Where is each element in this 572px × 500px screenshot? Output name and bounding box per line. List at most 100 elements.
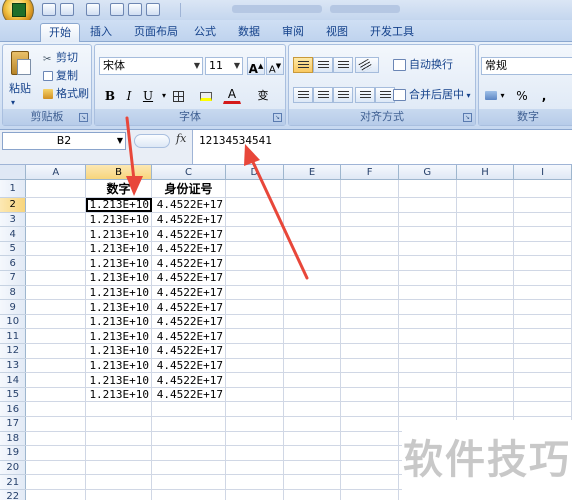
tab-view[interactable]: 视图	[320, 23, 354, 42]
cell-empty[interactable]	[225, 285, 284, 301]
cell-empty[interactable]	[283, 372, 342, 388]
column-header[interactable]: C	[151, 165, 227, 181]
cell-empty[interactable]	[398, 255, 457, 272]
column-header[interactable]: I	[513, 165, 572, 181]
cell-number[interactable]: 1.213E+10	[85, 343, 153, 359]
cell-empty[interactable]	[283, 431, 342, 447]
cell-number[interactable]: 1.213E+10	[85, 358, 153, 374]
cell-number[interactable]: 1.213E+10	[85, 270, 153, 286]
formula-input[interactable]: 12134534541	[192, 130, 572, 164]
cell-id[interactable]: 4.4522E+17	[151, 226, 227, 242]
cell-number[interactable]	[85, 489, 153, 500]
cell-empty[interactable]	[398, 270, 457, 286]
cell-empty[interactable]	[283, 299, 342, 315]
font-color-button[interactable]: A	[223, 87, 241, 104]
cell-empty[interactable]	[513, 314, 572, 330]
row-header[interactable]: 6	[0, 255, 27, 272]
cell-empty[interactable]	[398, 285, 457, 301]
column-header[interactable]: F	[340, 165, 399, 181]
alignment-launcher-icon[interactable]: ↘	[463, 113, 472, 122]
row-header[interactable]: 10	[0, 314, 27, 330]
format-painter-button[interactable]: 格式刷	[43, 86, 89, 102]
tab-data[interactable]: 数据	[232, 23, 266, 42]
cell-a[interactable]	[25, 241, 87, 257]
tab-developer[interactable]: 开发工具	[364, 23, 420, 42]
cell-empty[interactable]	[340, 372, 399, 388]
cell-empty[interactable]	[340, 285, 399, 301]
cell-id[interactable]	[151, 431, 227, 447]
cell-id[interactable]: 4.4522E+17	[151, 372, 227, 388]
tab-review[interactable]: 审阅	[276, 23, 310, 42]
cell-empty[interactable]	[398, 343, 457, 359]
cell-empty[interactable]	[398, 241, 457, 257]
cell-empty[interactable]	[340, 474, 399, 490]
cell-number[interactable]	[85, 401, 153, 417]
cell-empty[interactable]	[225, 416, 284, 432]
cell-empty[interactable]	[225, 445, 284, 461]
cell-id[interactable]: 4.4522E+17	[151, 314, 227, 330]
cell-a[interactable]	[25, 314, 87, 330]
cell-a[interactable]	[25, 212, 87, 228]
cell-empty[interactable]	[340, 179, 399, 199]
cell-empty[interactable]	[283, 460, 342, 476]
cell-empty[interactable]	[340, 197, 399, 213]
cell-a[interactable]	[25, 226, 87, 242]
cell-empty[interactable]	[456, 179, 515, 199]
column-header[interactable]: D	[225, 165, 284, 181]
cell-empty[interactable]	[283, 255, 342, 272]
cell-number[interactable]	[85, 474, 153, 490]
tab-formulas[interactable]: 公式	[188, 23, 222, 42]
cell-empty[interactable]	[398, 358, 457, 374]
comma-button[interactable]: ,	[535, 87, 553, 105]
row-header[interactable]: 2	[0, 197, 27, 213]
cell-number[interactable]: 1.213E+10	[85, 212, 153, 228]
select-all-corner[interactable]	[0, 165, 27, 181]
cell-id[interactable]: 4.4522E+17	[151, 197, 227, 213]
cell-empty[interactable]	[283, 197, 342, 213]
cell-a[interactable]	[25, 299, 87, 315]
row-header[interactable]: 13	[0, 358, 27, 374]
cell-id[interactable]: 4.4522E+17	[151, 241, 227, 257]
row-header[interactable]: 17	[0, 416, 27, 432]
cell-a[interactable]	[25, 460, 87, 476]
cell-empty[interactable]	[283, 285, 342, 301]
cell-id[interactable]: 4.4522E+17	[151, 328, 227, 345]
cell-empty[interactable]	[456, 343, 515, 359]
cell-empty[interactable]	[398, 197, 457, 213]
cell-empty[interactable]	[283, 343, 342, 359]
cell-number[interactable]: 1.213E+10	[85, 226, 153, 242]
cell-empty[interactable]	[513, 270, 572, 286]
column-header[interactable]: E	[283, 165, 342, 181]
grow-font-button[interactable]: A▲	[247, 57, 265, 76]
cell-empty[interactable]	[456, 285, 515, 301]
cell-empty[interactable]	[225, 241, 284, 257]
column-header[interactable]: H	[456, 165, 515, 181]
cell-empty[interactable]	[225, 314, 284, 330]
redo-icon[interactable]	[86, 3, 100, 16]
cell-empty[interactable]	[340, 358, 399, 374]
cell-empty[interactable]	[225, 179, 284, 199]
cell-empty[interactable]	[225, 226, 284, 242]
row-header[interactable]: 1	[0, 179, 27, 199]
cell-empty[interactable]	[513, 255, 572, 272]
increase-indent-button[interactable]	[375, 87, 395, 103]
row-header[interactable]: 12	[0, 343, 27, 359]
cell-empty[interactable]	[340, 489, 399, 500]
percent-button[interactable]: %	[513, 87, 531, 105]
cell-number[interactable]: 1.213E+10	[85, 197, 153, 213]
cell-number[interactable]	[85, 416, 153, 432]
cell-a[interactable]	[25, 270, 87, 286]
cell-empty[interactable]	[340, 416, 399, 432]
fill-color-button[interactable]	[197, 87, 215, 105]
cell-number[interactable]: 1.213E+10	[85, 255, 153, 272]
wrap-text-button[interactable]: 自动换行	[393, 57, 453, 73]
italic-button[interactable]: I	[120, 87, 138, 105]
cell-empty[interactable]	[283, 314, 342, 330]
row-header[interactable]: 21	[0, 474, 27, 490]
row-header[interactable]: 4	[0, 226, 27, 242]
cell-empty[interactable]	[513, 401, 572, 417]
cell-empty[interactable]	[225, 197, 284, 213]
cell-empty[interactable]	[225, 270, 284, 286]
undo-icon[interactable]	[60, 3, 74, 16]
cell-a[interactable]	[25, 328, 87, 345]
